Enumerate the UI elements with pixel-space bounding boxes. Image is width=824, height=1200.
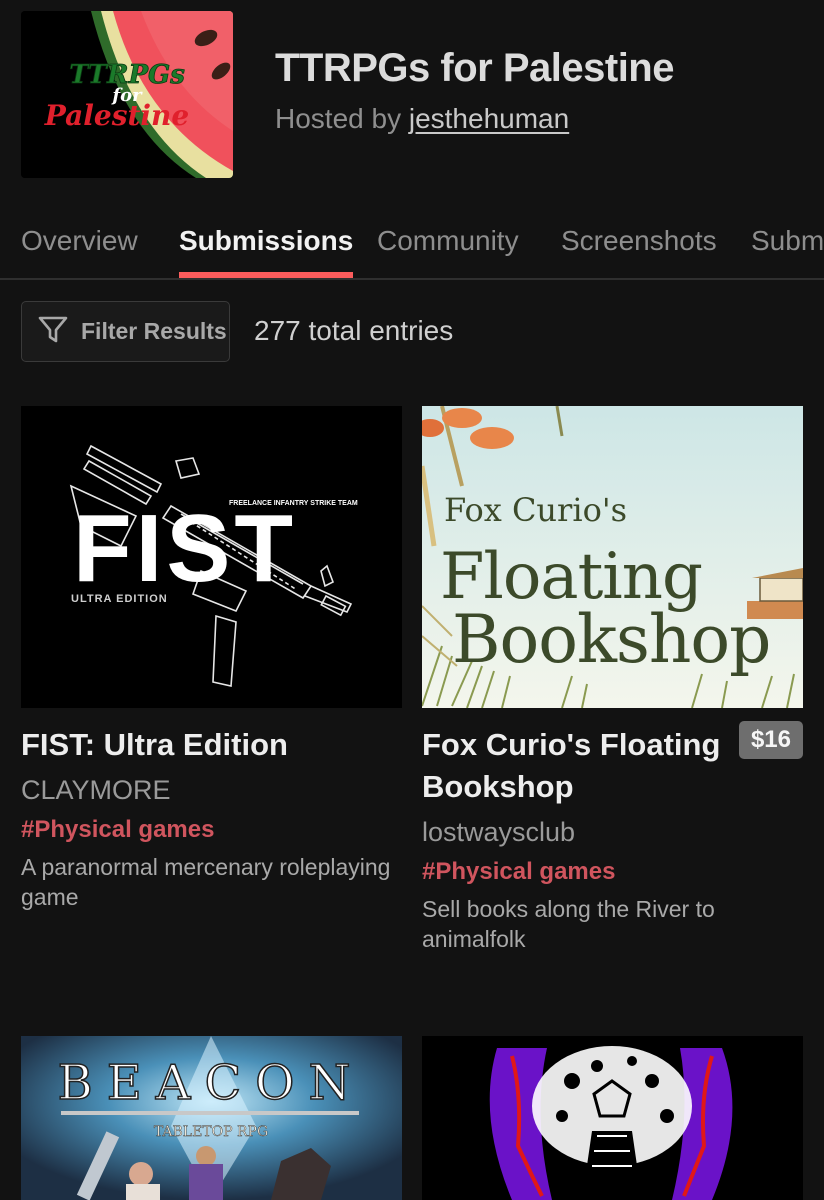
jam-tabs: Overview Submissions Community Screensho… [0, 218, 824, 280]
tab-overview[interactable]: Overview [21, 224, 138, 272]
game-author[interactable]: lostwaysclub [422, 814, 803, 850]
tab-submit[interactable]: Subm [751, 224, 824, 272]
jam-header: TTRPGs for Palestine [21, 11, 233, 178]
filter-results-label: Filter Results [81, 318, 227, 344]
game-card [422, 1036, 803, 1200]
total-entries: 277 total entries [254, 315, 454, 346]
game-cover-image[interactable] [422, 1036, 803, 1200]
jam-cover-image[interactable]: TTRPGs for Palestine [21, 11, 233, 178]
game-description: A paranormal mercenary roleplaying game [21, 854, 391, 910]
fist-cover-tagline: FREELANCE INFANTRY STRIKE TEAM [229, 500, 358, 507]
game-card: FIST FREELANCE INFANTRY STRIKE TEAM ULTR… [21, 406, 402, 912]
tab-community[interactable]: Community [377, 224, 519, 272]
host-link[interactable]: jesthehuman [409, 103, 569, 134]
game-cover-image[interactable]: Fox Curio's Floating Bookshop [422, 406, 803, 708]
game-description: Sell books along the River to animalfolk [422, 896, 715, 952]
game-author[interactable]: CLAYMORE [21, 772, 402, 808]
tab-screenshots[interactable]: Screenshots [561, 224, 717, 272]
tab-submissions[interactable]: Submissions [179, 224, 354, 278]
hosted-by-label: Hosted by [275, 103, 409, 134]
jam-title-block: TTRPGs for Palestine Hosted by jesthehum… [275, 44, 674, 136]
game-title[interactable]: Fox Curio's Floating Bookshop [422, 724, 722, 808]
jam-title: TTRPGs for Palestine [275, 46, 674, 90]
hosted-by: Hosted by jesthehuman [275, 102, 674, 136]
game-cover-image[interactable]: FIST FREELANCE INFANTRY STRIKE TEAM ULTR… [21, 406, 402, 708]
game-tag[interactable]: #Physical games [422, 856, 803, 888]
fox-cover-line1: Fox Curio's [444, 491, 627, 529]
jam-submissions-page: TTRPGs for Palestine TTRPGs for Palestin… [0, 0, 824, 1200]
game-title[interactable]: FIST: Ultra Edition [21, 724, 402, 766]
game-card: BEACON TABLETOP RPG [21, 1036, 402, 1200]
filter-results-button[interactable]: Filter Results [21, 301, 230, 362]
game-card: Fox Curio's Floating Bookshop Fox Curio'… [422, 406, 803, 954]
game-tag[interactable]: #Physical games [21, 814, 402, 846]
fist-cover-subtitle: ULTRA EDITION [71, 593, 168, 605]
jam-cover-line3: Palestine [44, 99, 189, 132]
game-cover-image[interactable]: BEACON TABLETOP RPG [21, 1036, 402, 1200]
fist-cover-title: FIST [73, 495, 297, 602]
fox-cover-line3: Bookshop [452, 601, 770, 678]
price-badge: $16 [738, 721, 803, 759]
filter-icon [37, 313, 69, 350]
beacon-cover-title: BEACON [57, 1055, 364, 1111]
beacon-cover-subtitle: TABLETOP RPG [154, 1124, 268, 1140]
